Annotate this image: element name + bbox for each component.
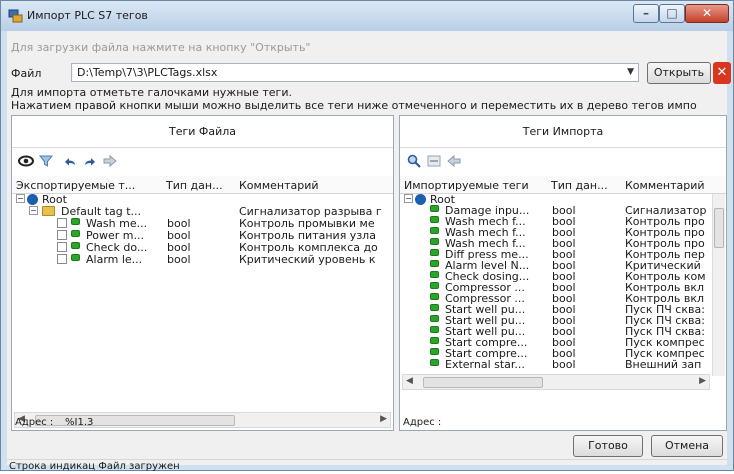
tree-row[interactable]: Alarm le... bool Критический уровень к (12, 254, 393, 266)
tag-icon (430, 359, 439, 366)
open-button[interactable]: Открыть (647, 62, 711, 84)
title-bar[interactable]: Импорт PLC S7 тегов – □ ✕ (1, 1, 733, 31)
tag-icon (430, 293, 439, 300)
dropdown-arrow-icon[interactable]: ▼ (627, 67, 634, 77)
instruction-line-1: Для импорта отметьте галочками нужные те… (11, 86, 292, 99)
tag-icon (430, 304, 439, 311)
app-icon (8, 9, 23, 23)
import-tags-title: Теги Импорта (400, 116, 726, 148)
scroll-right-icon[interactable]: ▶ (699, 376, 706, 386)
left-address-label: Адрес : (15, 417, 54, 428)
folder-icon (42, 206, 55, 216)
tag-icon (430, 326, 439, 333)
redo-icon[interactable] (82, 153, 98, 169)
remove-icon[interactable] (426, 153, 442, 169)
right-vertical-scrollbar[interactable] (712, 194, 725, 376)
dialog-body: Для загрузки файла нажмите на кнопку "От… (7, 31, 731, 472)
column-comment[interactable]: Комментарий (625, 179, 705, 192)
file-path-combo[interactable]: D:\Temp\7\3\PLCTags.xlsx ▼ (71, 63, 639, 82)
tag-icon (430, 260, 439, 267)
file-tags-title: Теги Файла (12, 116, 393, 148)
right-address-label: Адрес : (403, 417, 442, 428)
close-icon: ✕ (701, 6, 713, 20)
scroll-left-icon[interactable]: ◀ (406, 376, 413, 386)
right-horizontal-scrollbar[interactable]: ◀ ▶ (402, 374, 710, 390)
root-icon (27, 194, 38, 205)
close-button[interactable]: ✕ (685, 4, 729, 23)
tag-icon (71, 254, 80, 261)
file-label: Файл (11, 67, 42, 80)
minimize-button[interactable]: – (633, 4, 659, 23)
tag-checkbox[interactable] (57, 230, 67, 240)
file-tags-panel: Теги Файла Экспортируемые т... Тип дан..… (11, 115, 394, 431)
tag-icon (430, 315, 439, 322)
tag-icon (430, 249, 439, 256)
scroll-thumb[interactable] (714, 208, 724, 248)
column-data-type[interactable]: Тип дан... (551, 179, 608, 192)
import-window: Импорт PLC S7 тегов – □ ✕ Для загрузки ф… (0, 0, 734, 472)
tag-checkbox[interactable] (57, 218, 67, 228)
tag-comment: Критический уровень к (239, 253, 376, 266)
tag-icon (71, 230, 80, 237)
collapse-icon[interactable]: − (29, 206, 38, 215)
done-button[interactable]: Готово (573, 435, 643, 457)
window-title: Импорт PLC S7 тегов (27, 9, 148, 22)
collapse-icon[interactable]: − (16, 194, 25, 203)
close-icon: ✕ (716, 65, 728, 80)
column-data-type[interactable]: Тип дан... (166, 179, 223, 192)
right-column-header: Импортируемые теги Тип дан... Комментари… (400, 176, 726, 194)
column-comment[interactable]: Комментарий (239, 179, 319, 192)
maximize-button[interactable]: □ (659, 4, 685, 23)
tag-icon (71, 218, 80, 225)
tag-icon (430, 337, 439, 344)
tag-comment: Внешний зап (625, 358, 702, 371)
tag-name: External star... (445, 358, 525, 371)
eye-icon[interactable] (18, 153, 34, 169)
file-tags-tree: − Root − Default tag t... Сигнализатор р… (12, 194, 393, 408)
tag-icon (430, 216, 439, 223)
collapse-icon[interactable]: − (404, 194, 413, 203)
tag-icon (430, 271, 439, 278)
tag-icon (430, 227, 439, 234)
tree-row[interactable]: External star... bool Внешний зап (400, 359, 713, 371)
tag-icon (430, 238, 439, 245)
tag-icon (430, 348, 439, 355)
cancel-button[interactable]: Отмена (651, 435, 723, 457)
tag-icon (71, 242, 80, 249)
minimize-icon: – (643, 6, 649, 20)
scroll-right-icon[interactable]: ▶ (380, 414, 387, 424)
file-path-value: D:\Temp\7\3\PLCTags.xlsx (77, 66, 218, 79)
instruction-line-2: Нажатием правой кнопки мыши можно выдели… (11, 99, 697, 112)
root-icon (415, 194, 426, 205)
move-right-icon[interactable] (102, 153, 118, 169)
search-icon[interactable] (406, 153, 422, 169)
open-hint: Для загрузки файла нажмите на кнопку "От… (11, 41, 311, 54)
clear-file-button[interactable]: ✕ (713, 62, 731, 84)
filter-icon[interactable] (38, 153, 54, 169)
tag-checkbox[interactable] (57, 254, 67, 264)
scroll-thumb[interactable] (423, 377, 543, 388)
tag-name: Alarm le... (86, 253, 143, 266)
tag-type: bool (552, 358, 576, 371)
move-left-icon[interactable] (446, 153, 462, 169)
tag-checkbox[interactable] (57, 242, 67, 252)
column-imported-tags[interactable]: Импортируемые теги (404, 179, 529, 192)
tag-icon (430, 205, 439, 212)
left-column-header: Экспортируемые т... Тип дан... Комментар… (12, 176, 393, 194)
tag-icon (430, 282, 439, 289)
tag-type: bool (167, 253, 191, 266)
left-address-value: %I1.3 (65, 417, 94, 428)
undo-icon[interactable] (62, 153, 78, 169)
maximize-icon: □ (666, 6, 678, 20)
import-tags-panel: Теги Импорта Импортируемые теги Тип дан.… (399, 115, 727, 431)
column-exported-tags[interactable]: Экспортируемые т... (16, 179, 135, 192)
